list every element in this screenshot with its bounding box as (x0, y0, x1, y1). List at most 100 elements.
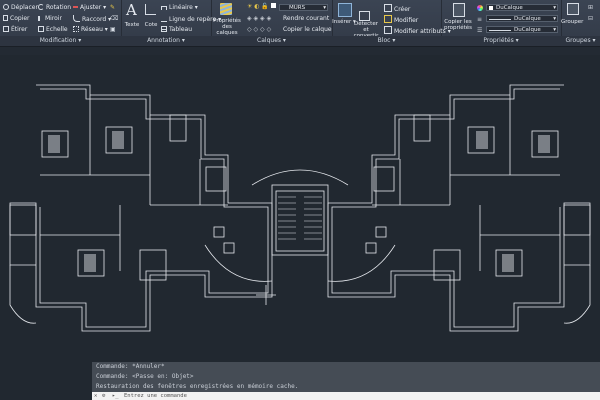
group-button[interactable]: Grouper (561, 19, 583, 25)
command-prompt-icon: ▸_ (112, 393, 119, 399)
drawing-tab-strip (0, 47, 600, 55)
edit-block-icon (384, 15, 392, 23)
text-button[interactable]: Texte (122, 22, 142, 28)
edit-block-button[interactable]: Modifier (384, 15, 418, 25)
mirror-label: Miroir (45, 15, 62, 22)
insert-label: Insérer (332, 19, 352, 25)
move-label: Déplacer (11, 4, 38, 11)
layer-properties-button[interactable]: Propriétés des calques (211, 18, 243, 36)
trim-button[interactable]: Ajuster ▾ (73, 4, 106, 12)
detect-big-icon (359, 11, 370, 21)
edit-attributes-label: Modifier attributs (394, 28, 446, 35)
lineweight-value: DuCalque (514, 27, 541, 33)
panel-modification-title[interactable]: Modification ▾ (0, 36, 121, 46)
left-curved-terrace (204, 244, 273, 282)
insert-big-icon (338, 3, 352, 17)
eraser-icon[interactable]: ⌫ (110, 15, 118, 23)
table-icon (161, 26, 167, 32)
copy-layer-button[interactable]: Copier le calque (283, 26, 332, 34)
pencil-icon[interactable]: ✎ (110, 4, 115, 12)
make-current-button[interactable]: Rendre courant (283, 15, 329, 23)
scale-button[interactable]: Echelle (38, 26, 68, 34)
settings-icon[interactable]: ⚙ (102, 392, 105, 400)
match-properties-label: Copier les propriétés (443, 19, 473, 31)
group-label: Grouper (561, 19, 584, 25)
move-button[interactable]: Déplacer (3, 4, 38, 12)
right-curved-terrace (327, 244, 396, 282)
stretch-button[interactable]: Étirer (3, 26, 27, 34)
panel-proprietes-title[interactable]: Propriétés ▾ (441, 36, 561, 46)
right-wing-inner (331, 88, 561, 328)
table-small-right-1 (375, 226, 387, 238)
panel-calques-title-text: Calques (257, 37, 282, 44)
trim-icon (73, 6, 78, 8)
layer-tools-row[interactable]: ◈ ◈ ◈ ◈ (247, 15, 271, 23)
layer-name: MURS (289, 5, 306, 11)
array-label: Réseau (81, 26, 103, 33)
list-icon[interactable]: ≡ (477, 16, 482, 24)
panel-groupes-title[interactable]: Groupes ▾ (561, 36, 600, 46)
match-properties-button[interactable]: Copier les propriétés (441, 19, 475, 31)
panel-calques-title[interactable]: Calques ▾ (211, 36, 332, 46)
table-small-left-1 (213, 226, 225, 238)
ribbon: Déplacer Rotation Ajuster ▾ Copier Miroi… (0, 0, 600, 47)
panel-calques: Propriétés des calques ☀ ◐ 🔓 MURS ▾ ◈ ◈ ◈… (211, 0, 333, 46)
color-dropdown[interactable]: DuCalque ▾ (486, 4, 558, 11)
right-wing-outline (327, 84, 591, 332)
create-block-button[interactable]: Créer (384, 4, 410, 14)
edit-block-label: Modifier (394, 17, 419, 24)
drawing-canvas[interactable] (0, 55, 600, 363)
mirror-icon (38, 16, 43, 21)
command-input-bar[interactable]: ✕ ⚙ ▸_ Entrez une commande (92, 392, 600, 400)
command-input-field[interactable]: Entrez une commande (124, 392, 187, 400)
command-history-line: Commande: <Passe en: Objet> (96, 373, 194, 380)
panel-annotation-title[interactable]: Annotation ▾ (121, 36, 211, 46)
rotate-button[interactable]: Rotation (38, 4, 71, 12)
group-edit-icon[interactable]: ⊟ (588, 15, 593, 23)
trim-label: Ajuster (80, 4, 102, 11)
stretch-label: Étirer (11, 26, 28, 33)
panel-groupes-title-text: Groupes (565, 37, 591, 44)
lineweight-icon[interactable]: ☰ (477, 27, 482, 35)
array-button[interactable]: Réseau ▾ (73, 26, 108, 34)
rotate-icon (38, 4, 44, 10)
chevron-down-icon: ▾ (553, 16, 556, 22)
explode-icon[interactable]: ▣ (110, 26, 116, 34)
leader-label: Ligne de repère (169, 16, 217, 23)
text-label: Texte (124, 22, 140, 28)
linetype-line (489, 19, 511, 20)
linear-button[interactable]: Linéaire ▾ (161, 4, 198, 12)
layer-properties-big-icon (220, 3, 232, 15)
chevron-down-icon: ▾ (553, 5, 556, 11)
dimension-button[interactable]: Cote (141, 22, 161, 28)
lineweight-line (489, 30, 511, 31)
group-big-icon (567, 3, 579, 15)
create-block-label: Créer (394, 6, 411, 13)
scale-icon (38, 26, 44, 32)
floor-plan (9, 84, 591, 332)
copy-button[interactable]: Copier (3, 15, 30, 23)
linetype-dropdown[interactable]: DuCalque ▾ (486, 15, 558, 22)
layer-state-icons[interactable]: ☀ ◐ 🔓 (247, 3, 276, 11)
match-properties-big-icon (453, 3, 465, 17)
layer-dropdown[interactable]: MURS ▾ (279, 4, 328, 11)
right-round-balcony (563, 265, 591, 324)
panel-bloc-title[interactable]: Bloc ▾ (332, 36, 441, 46)
text-big-icon: A (126, 1, 137, 19)
layer-match-icons[interactable]: ◇ ◇ ◇ ◇ (247, 26, 271, 34)
copy-icon (3, 15, 8, 21)
close-icon[interactable]: ✕ (94, 392, 97, 400)
table-button[interactable]: Tableau (161, 26, 192, 34)
lineweight-dropdown[interactable]: DuCalque ▾ (486, 26, 558, 33)
linetype-value: DuCalque (514, 16, 541, 22)
fillet-button[interactable]: Raccord ▾ (73, 15, 111, 24)
scale-label: Echelle (46, 26, 68, 33)
mirror-button[interactable]: Miroir (38, 15, 62, 23)
chevron-down-icon: ▾ (553, 27, 556, 33)
dimension-label: Cote (144, 22, 158, 28)
ungroup-icon[interactable]: ⊞ (588, 4, 593, 12)
edit-attributes-icon (384, 26, 392, 34)
rotate-label: Rotation (46, 4, 72, 11)
command-history: Commande: *Annuler* Commande: <Passe en:… (92, 362, 600, 392)
panel-proprietes-title-text: Propriétés (483, 37, 514, 44)
